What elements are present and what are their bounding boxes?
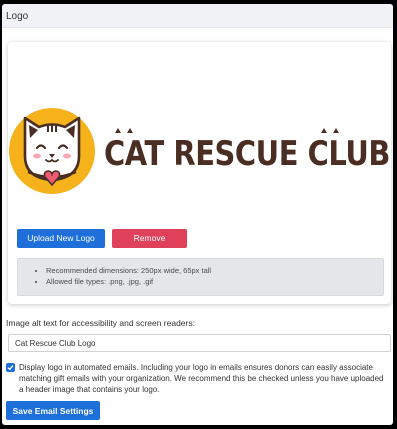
logo-image: CAT RESCUE CLUB	[9, 108, 391, 194]
requirement-item: Recommended dimensions: 250px wide, 65px…	[46, 265, 383, 276]
logo-preview-card: CAT RESCUE CLUB Upload New Logo Remove Im…	[8, 42, 391, 304]
requirement-item: Allowed file types: .png, .jpg, .gif	[46, 276, 383, 287]
display-logo-checkbox[interactable]	[6, 363, 15, 372]
window-frame: Logo CAT RESCUE CLUB Upload New Logo Rem…	[0, 0, 397, 429]
panel-title: Logo	[2, 4, 393, 28]
logo-action-buttons: Upload New Logo Remove Image	[17, 229, 187, 262]
alt-text-input[interactable]	[8, 334, 391, 352]
logo-requirements-box: Recommended dimensions: 250px wide, 65px…	[17, 258, 384, 296]
save-email-settings-button[interactable]: Save Email Settings	[6, 401, 100, 420]
upload-logo-button[interactable]: Upload New Logo	[17, 229, 105, 248]
email-logo-option: Display logo in automated emails. Includ…	[6, 362, 390, 395]
logo-settings-panel: Logo CAT RESCUE CLUB Upload New Logo Rem…	[2, 4, 393, 425]
remove-image-button[interactable]: Remove Image	[112, 229, 187, 262]
checkmark-icon	[7, 365, 14, 371]
logo-brand-text: CAT RESCUE CLUB	[104, 134, 390, 173]
alt-text-label: Image alt text for accessibility and scr…	[6, 318, 195, 328]
display-logo-description: Display logo in automated emails. Includ…	[19, 363, 384, 394]
